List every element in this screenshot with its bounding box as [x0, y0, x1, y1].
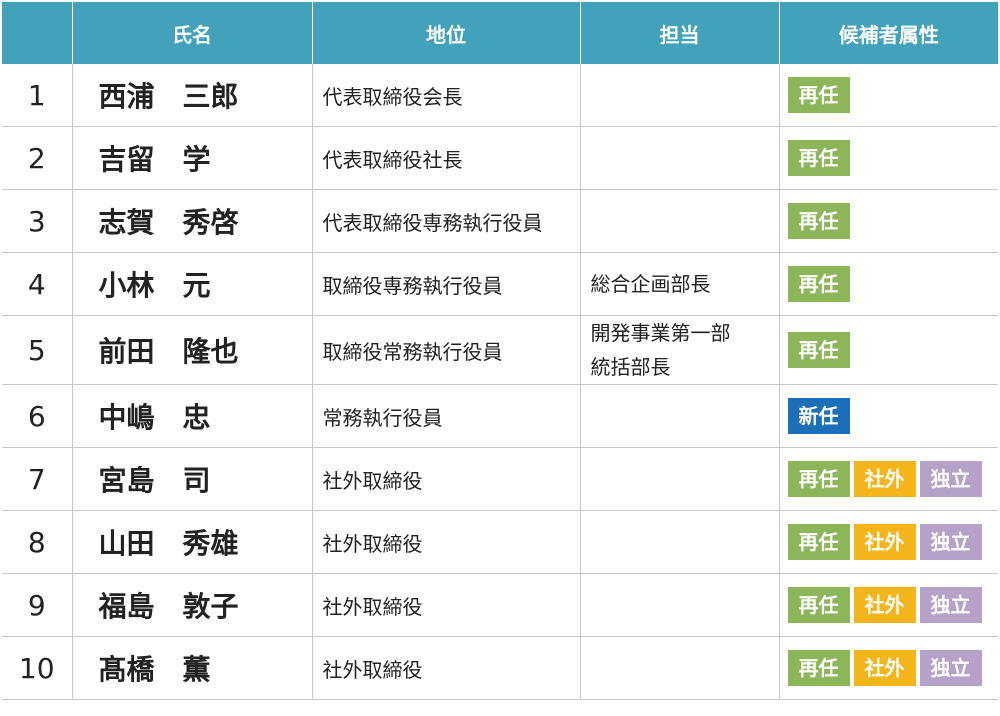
candidate-attributes: 再任	[779, 315, 998, 385]
candidate-name: 宮島 司	[72, 447, 313, 511]
candidate-role	[580, 510, 780, 574]
row-number: 7	[2, 447, 73, 511]
candidate-attributes: 再任 社外 独立	[779, 447, 998, 511]
row-number: 6	[2, 384, 73, 448]
candidate-name: 吉留 学	[72, 126, 313, 190]
badge-independent: 独立	[919, 587, 982, 623]
candidate-position: 代表取締役社長	[312, 126, 581, 190]
table-row: 2 吉留 学代表取締役社長 再任	[2, 126, 998, 190]
header-attributes: 候補者属性	[779, 2, 998, 64]
candidate-attributes: 再任 社外 独立	[779, 636, 998, 700]
candidate-position: 取締役専務執行役員	[312, 252, 581, 316]
candidate-name: 山田 秀雄	[72, 510, 313, 574]
candidate-name: 小林 元	[72, 252, 313, 316]
badge-outside: 社外	[853, 461, 916, 497]
row-number: 2	[2, 126, 73, 190]
badge-reappointment: 再任	[787, 77, 850, 113]
candidate-role: 総合企画部長	[580, 252, 780, 316]
candidate-attributes: 再任	[779, 126, 998, 190]
header-role: 担当	[580, 2, 780, 64]
candidate-role	[580, 636, 780, 700]
row-number: 8	[2, 510, 73, 574]
header-position: 地位	[312, 2, 581, 64]
candidate-attributes: 再任 社外 独立	[779, 573, 998, 637]
badge-reappointment: 再任	[787, 461, 850, 497]
candidate-position: 常務執行役員	[312, 384, 581, 448]
table-row: 3 志賀 秀啓 代表取締役専務執行役員 再任	[2, 189, 998, 253]
candidate-position: 代表取締役専務執行役員	[312, 189, 581, 253]
candidate-position: 社外取締役	[312, 447, 581, 511]
badge-outside: 社外	[853, 587, 916, 623]
candidate-position: 代表取締役会長	[312, 64, 581, 127]
candidate-name: 福島 敦子	[72, 573, 313, 637]
badge-outside: 社外	[853, 650, 916, 686]
candidate-name: 志賀 秀啓	[72, 189, 313, 253]
badge-reappointment: 再任	[787, 332, 850, 368]
badge-reappointment: 再任	[787, 587, 850, 623]
header-name: 氏名	[72, 2, 313, 64]
row-number: 10	[2, 636, 73, 700]
candidate-name: 中嶋 忠	[72, 384, 313, 448]
badge-outside: 社外	[853, 524, 916, 560]
director-candidates-table: 氏名 地位 担当 候補者属性 1 西浦 三郎 代表取締役会長 再任 2 吉留 学代表取締役…	[2, 2, 998, 700]
candidate-position: 社外取締役	[312, 636, 581, 700]
candidate-role: 開発事業第一部 統括部長	[580, 315, 780, 385]
row-number: 4	[2, 252, 73, 316]
candidate-role	[580, 447, 780, 511]
badge-reappointment: 再任	[787, 650, 850, 686]
candidate-attributes: 新任	[779, 384, 998, 448]
candidate-role	[580, 573, 780, 637]
row-number: 1	[2, 64, 73, 127]
badge-new: 新任	[787, 398, 850, 434]
candidate-attributes: 再任	[779, 252, 998, 316]
badge-independent: 独立	[919, 461, 982, 497]
candidate-name: 西浦 三郎	[72, 64, 313, 127]
candidate-position: 取締役常務執行役員	[312, 315, 581, 385]
header-number	[2, 2, 73, 64]
table-row: 9 福島 敦子 社外取締役 再任 社外 独立	[2, 573, 998, 637]
candidate-name: 前田 隆也	[72, 315, 313, 385]
table-row: 7 宮島 司社外取締役 再任 社外 独立	[2, 447, 998, 511]
table-row: 10 髙橋 薫社外取締役 再任 社外 独立	[2, 636, 998, 700]
badge-reappointment: 再任	[787, 140, 850, 176]
candidate-name: 髙橋 薫	[72, 636, 313, 700]
row-number: 5	[2, 315, 73, 385]
row-number: 3	[2, 189, 73, 253]
candidate-attributes: 再任 社外 独立	[779, 510, 998, 574]
candidate-role	[580, 126, 780, 190]
table-row: 1 西浦 三郎 代表取締役会長 再任	[2, 64, 998, 127]
badge-reappointment: 再任	[787, 203, 850, 239]
candidate-position: 社外取締役	[312, 573, 581, 637]
candidate-attributes: 再任	[779, 189, 998, 253]
table-row: 5 前田 隆也 取締役常務執行役員 開発事業第一部 統括部長 再任	[2, 315, 998, 385]
row-number: 9	[2, 573, 73, 637]
badge-reappointment: 再任	[787, 524, 850, 560]
candidate-role	[580, 189, 780, 253]
badge-independent: 独立	[919, 524, 982, 560]
table-row: 4 小林 元取締役専務執行役員 総合企画部長 再任	[2, 252, 998, 316]
header-row: 氏名 地位 担当 候補者属性	[2, 2, 998, 64]
candidate-role	[580, 384, 780, 448]
candidate-role	[580, 64, 780, 127]
badge-independent: 独立	[919, 650, 982, 686]
table-row: 8 山田 秀雄 社外取締役 再任 社外 独立	[2, 510, 998, 574]
candidate-position: 社外取締役	[312, 510, 581, 574]
table-row: 6 中嶋 忠常務執行役員 新任	[2, 384, 998, 448]
badge-reappointment: 再任	[787, 266, 850, 302]
candidate-attributes: 再任	[779, 64, 998, 127]
